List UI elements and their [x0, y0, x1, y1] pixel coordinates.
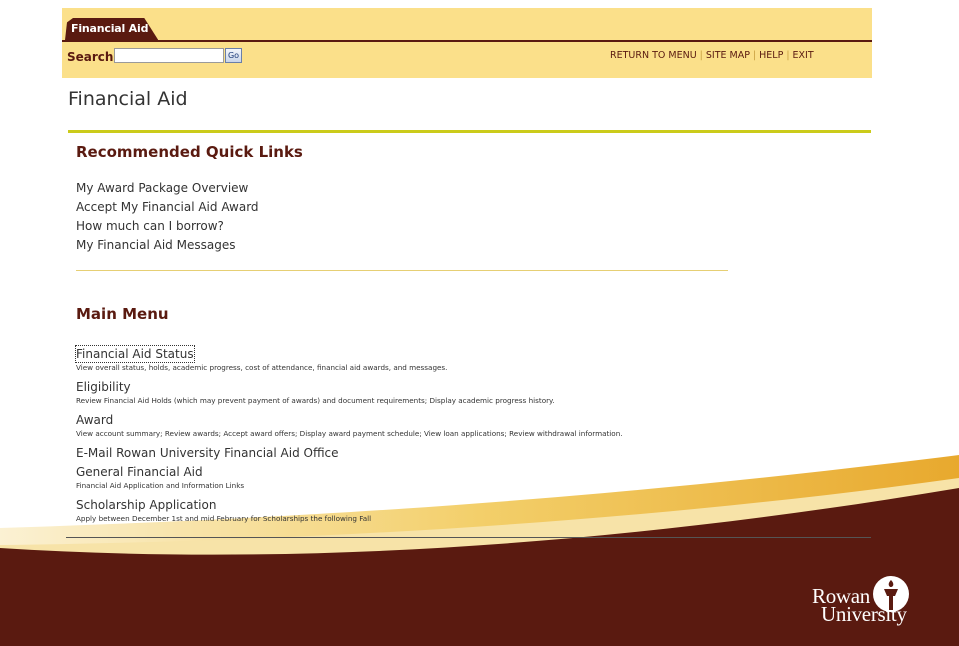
search-label: Search — [67, 50, 114, 64]
search-input[interactable] — [114, 48, 224, 63]
quick-link-item: My Financial Aid Messages — [76, 236, 259, 255]
menu-link-email-financial-aid-office[interactable]: E-Mail Rowan University Financial Aid Of… — [76, 445, 339, 461]
quick-link-item: My Award Package Overview — [76, 179, 259, 198]
torch-icon — [873, 576, 909, 612]
menu-item: Award View account summary; Review award… — [76, 409, 776, 439]
menu-link-general-financial-aid[interactable]: General Financial Aid — [76, 464, 203, 480]
top-nav: RETURN TO MENU | SITE MAP | HELP | EXIT — [610, 50, 814, 61]
top-header: Financial Aid Search Go RETURN TO MENU | S… — [62, 8, 872, 78]
menu-link-award[interactable]: Award — [76, 412, 113, 428]
main-menu-list: Financial Aid Status View overall status… — [75, 343, 776, 527]
site-map-link[interactable]: SITE MAP — [706, 50, 750, 61]
menu-link-eligibility[interactable]: Eligibility — [76, 379, 131, 395]
menu-item: E-Mail Rowan University Financial Aid Of… — [76, 442, 776, 461]
quick-links-list: My Award Package Overview Accept My Fina… — [76, 179, 259, 255]
tab-financial-aid[interactable]: Financial Aid — [65, 18, 159, 40]
help-link[interactable]: HELP — [759, 50, 783, 61]
exit-link[interactable]: EXIT — [793, 50, 814, 61]
quick-link-item: Accept My Financial Aid Award — [76, 198, 259, 217]
quick-link-borrow[interactable]: How much can I borrow? — [76, 219, 224, 233]
menu-description: Review Financial Aid Holds (which may pr… — [76, 396, 555, 405]
content-bottom-divider — [66, 537, 871, 538]
menu-item: Scholarship Application Apply between De… — [76, 494, 776, 524]
search-go-button[interactable]: Go — [225, 48, 242, 63]
nav-separator: | — [786, 50, 790, 61]
title-divider — [68, 130, 871, 133]
nav-separator: | — [699, 50, 703, 61]
quick-link-award-package[interactable]: My Award Package Overview — [76, 181, 248, 195]
menu-description: View overall status, holds, academic pro… — [76, 363, 448, 372]
quick-link-accept-award[interactable]: Accept My Financial Aid Award — [76, 200, 259, 214]
rowan-university-logo: Rowan University — [812, 576, 952, 634]
nav-separator: | — [752, 50, 757, 61]
quick-link-messages[interactable]: My Financial Aid Messages — [76, 238, 235, 252]
menu-link-financial-aid-status[interactable]: Financial Aid Status — [75, 345, 195, 363]
menu-link-scholarship-application[interactable]: Scholarship Application — [76, 497, 216, 513]
menu-item: General Financial Aid Financial Aid Appl… — [76, 461, 776, 491]
return-to-menu-link[interactable]: RETURN TO MENU — [610, 50, 697, 61]
menu-item: Eligibility Review Financial Aid Holds (… — [76, 376, 776, 406]
quick-links-heading: Recommended Quick Links — [76, 143, 303, 161]
menu-item: Financial Aid Status View overall status… — [75, 343, 776, 373]
menu-description: Apply between December 1st and mid Febru… — [76, 514, 372, 523]
page-title: Financial Aid — [68, 88, 188, 110]
quick-link-item: How much can I borrow? — [76, 217, 259, 236]
main-menu-heading: Main Menu — [76, 305, 169, 323]
menu-description: Financial Aid Application and Informatio… — [76, 481, 245, 490]
tab-underline — [62, 40, 872, 42]
menu-description: View account summary; Review awards; Acc… — [76, 429, 623, 438]
quick-links-divider — [76, 270, 728, 271]
